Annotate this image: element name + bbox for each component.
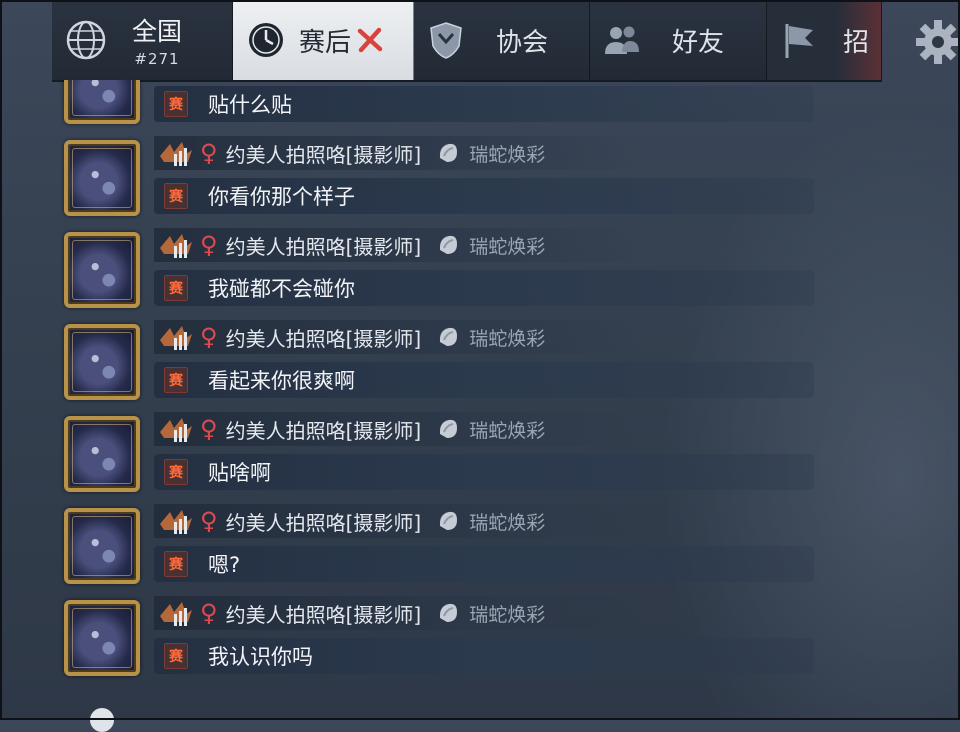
skin-icon bbox=[440, 235, 458, 254]
female-icon: ♀ bbox=[200, 415, 218, 443]
message-text: 我认识你吗 bbox=[208, 645, 313, 669]
avatar[interactable] bbox=[64, 508, 140, 584]
rank-badge-icon bbox=[160, 418, 192, 442]
match-tag: 赛 bbox=[164, 91, 188, 117]
avatar[interactable] bbox=[64, 416, 140, 492]
message-text: 贴什么贴 bbox=[208, 93, 292, 117]
sender-info: ♀ 约美人拍照咯[摄影师] 瑞蛇焕彩 bbox=[154, 136, 644, 170]
message-bubble[interactable]: 赛 嗯? bbox=[154, 546, 814, 582]
skin-name: 瑞蛇焕彩 bbox=[469, 603, 546, 626]
sender-info: ♀ 约美人拍照咯[摄影师] 瑞蛇焕彩 bbox=[154, 412, 644, 446]
tab-association-label: 协会 bbox=[496, 27, 549, 58]
rank-badge-icon bbox=[160, 326, 192, 350]
message-text: 看起来你很爽啊 bbox=[208, 369, 355, 393]
chat-tab-bar: 全国 #271 赛后 协会 好友 招 bbox=[52, 0, 882, 82]
tab-recruit-label: 招 bbox=[843, 27, 870, 58]
skin-name: 瑞蛇焕彩 bbox=[469, 419, 546, 442]
skin-icon bbox=[440, 143, 458, 162]
gear-icon[interactable] bbox=[908, 6, 960, 76]
message-bubble[interactable]: 赛 贴什么贴 bbox=[154, 86, 814, 122]
sender-info: ♀ 约美人拍照咯[摄影师] 瑞蛇焕彩 bbox=[154, 504, 644, 538]
tab-world[interactable]: 全国 #271 bbox=[52, 0, 233, 80]
chat-message: ♀ 约美人拍照咯[摄影师] 瑞蛇焕彩 赛 我认识你吗 bbox=[0, 590, 960, 682]
scroll-indicator bbox=[90, 708, 114, 732]
sender-name[interactable]: 约美人拍照咯[摄影师] bbox=[226, 231, 422, 260]
message-bubble[interactable]: 赛 贴啥啊 bbox=[154, 454, 814, 490]
chat-message: ♀ 约美人拍照咯[摄影师] 瑞蛇焕彩 赛 你看你那个样子 bbox=[0, 130, 960, 222]
message-bubble[interactable]: 赛 我碰都不会碰你 bbox=[154, 270, 814, 306]
avatar[interactable] bbox=[64, 80, 140, 124]
chat-list[interactable]: 赛 贴什么贴 ♀ 约美人拍照咯[摄影师] 瑞蛇焕彩 赛 你看你那个样子 ♀ 约美… bbox=[0, 80, 960, 720]
shield-icon bbox=[430, 22, 462, 59]
tab-world-label: 全国 bbox=[132, 17, 183, 46]
sender-name[interactable]: 约美人拍照咯[摄影师] bbox=[226, 323, 422, 352]
skin-name: 瑞蛇焕彩 bbox=[469, 511, 546, 534]
skin-icon bbox=[440, 419, 458, 438]
match-tag: 赛 bbox=[164, 643, 188, 669]
chat-message: ♀ 约美人拍照咯[摄影师] 瑞蛇焕彩 赛 嗯? bbox=[0, 498, 960, 590]
rank-badge-icon bbox=[160, 234, 192, 258]
avatar[interactable] bbox=[64, 324, 140, 400]
match-tag: 赛 bbox=[164, 367, 188, 393]
message-text: 你看你那个样子 bbox=[208, 185, 355, 209]
skin-icon bbox=[440, 327, 458, 346]
sender-info: ♀ 约美人拍照咯[摄影师] 瑞蛇焕彩 bbox=[154, 320, 644, 354]
skin-icon bbox=[440, 511, 458, 530]
chat-message: ♀ 约美人拍照咯[摄影师] 瑞蛇焕彩 赛 我碰都不会碰你 bbox=[0, 222, 960, 314]
chat-message: ♀ 约美人拍照咯[摄影师] 瑞蛇焕彩 赛 看起来你很爽啊 bbox=[0, 314, 960, 406]
tab-friends-label: 好友 bbox=[672, 27, 725, 58]
match-tag: 赛 bbox=[164, 459, 188, 485]
friends-icon bbox=[605, 26, 639, 54]
tab-post-match-label: 赛后 bbox=[299, 27, 352, 58]
message-bubble[interactable]: 赛 你看你那个样子 bbox=[154, 178, 814, 214]
avatar[interactable] bbox=[64, 232, 140, 308]
world-rank: #271 bbox=[134, 50, 180, 68]
sender-name[interactable]: 约美人拍照咯[摄影师] bbox=[226, 415, 422, 444]
female-icon: ♀ bbox=[200, 139, 218, 167]
globe-icon bbox=[66, 20, 106, 60]
chat-message: ♀ 约美人拍照咯[摄影师] 瑞蛇焕彩 赛 贴啥啊 bbox=[0, 406, 960, 498]
match-tag: 赛 bbox=[164, 183, 188, 209]
avatar[interactable] bbox=[64, 140, 140, 216]
female-icon: ♀ bbox=[200, 323, 218, 351]
avatar[interactable] bbox=[64, 600, 140, 676]
message-bubble[interactable]: 赛 看起来你很爽啊 bbox=[154, 362, 814, 398]
message-text: 嗯? bbox=[208, 553, 241, 577]
close-icon[interactable] bbox=[357, 27, 383, 53]
skin-icon bbox=[440, 603, 458, 622]
sender-name[interactable]: 约美人拍照咯[摄影师] bbox=[226, 507, 422, 536]
skin-name: 瑞蛇焕彩 bbox=[469, 235, 546, 258]
tab-recruit[interactable]: 招 bbox=[767, 0, 882, 80]
tab-association[interactable]: 协会 bbox=[414, 0, 590, 80]
sender-name[interactable]: 约美人拍照咯[摄影师] bbox=[226, 599, 422, 628]
match-tag: 赛 bbox=[164, 275, 188, 301]
skin-name: 瑞蛇焕彩 bbox=[469, 327, 546, 350]
female-icon: ♀ bbox=[200, 507, 218, 535]
message-text: 贴啥啊 bbox=[208, 461, 271, 485]
clock-icon bbox=[249, 23, 283, 57]
tab-post-match[interactable]: 赛后 bbox=[233, 0, 414, 80]
sender-name[interactable]: 约美人拍照咯[摄影师] bbox=[226, 139, 422, 168]
sender-info: ♀ 约美人拍照咯[摄影师] 瑞蛇焕彩 bbox=[154, 596, 644, 630]
rank-badge-icon bbox=[160, 142, 192, 166]
rank-badge-icon bbox=[160, 602, 192, 626]
message-text: 我碰都不会碰你 bbox=[208, 277, 355, 301]
message-bubble[interactable]: 赛 我认识你吗 bbox=[154, 638, 814, 674]
sender-info: ♀ 约美人拍照咯[摄影师] 瑞蛇焕彩 bbox=[154, 228, 644, 262]
skin-name: 瑞蛇焕彩 bbox=[469, 143, 546, 166]
tab-friends[interactable]: 好友 bbox=[590, 0, 767, 80]
rank-badge-icon bbox=[160, 510, 192, 534]
chat-message: 赛 贴什么贴 bbox=[0, 80, 960, 130]
female-icon: ♀ bbox=[200, 231, 218, 259]
match-tag: 赛 bbox=[164, 551, 188, 577]
flag-icon bbox=[785, 24, 813, 58]
female-icon: ♀ bbox=[200, 599, 218, 627]
